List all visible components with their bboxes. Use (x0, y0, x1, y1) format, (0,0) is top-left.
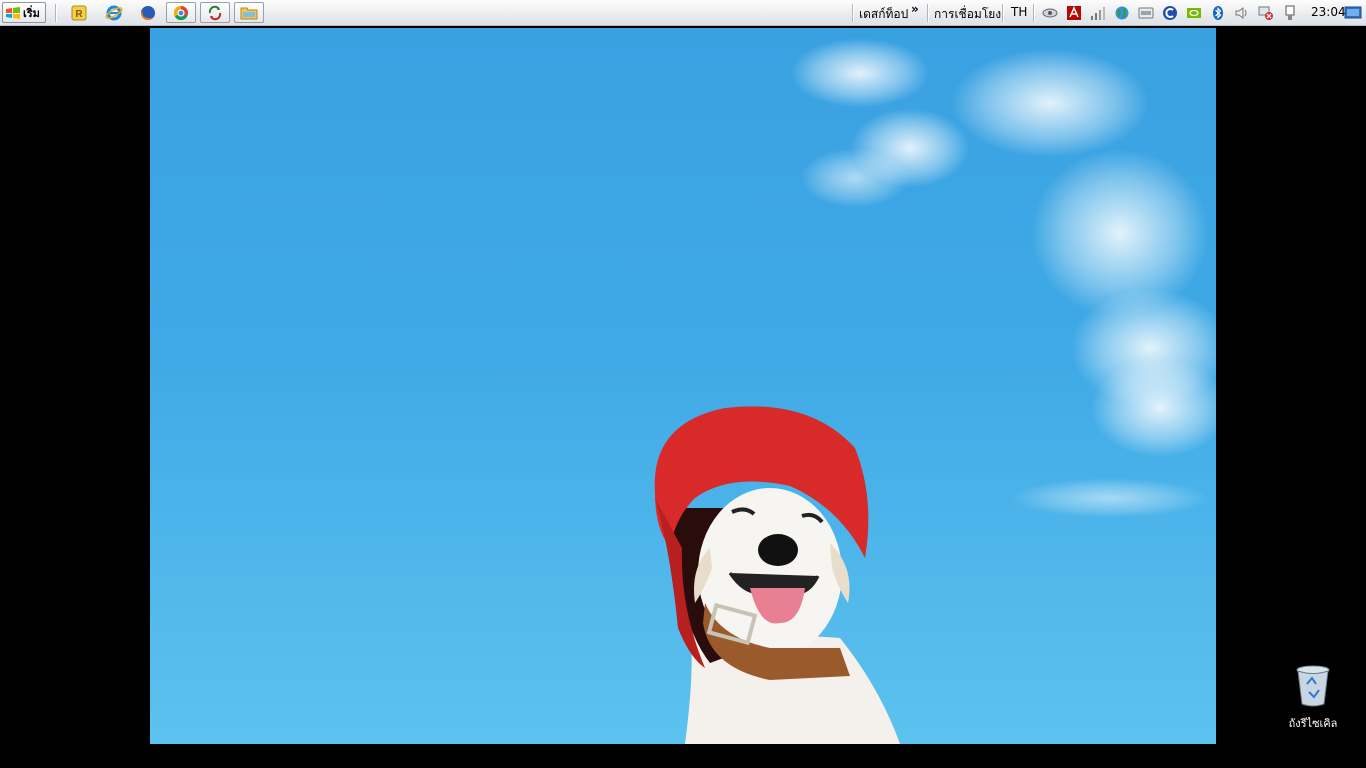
volume-icon[interactable] (1234, 5, 1250, 21)
eye-icon[interactable] (1042, 5, 1058, 21)
clock[interactable]: 23:04 (1311, 5, 1346, 19)
firefox-icon (141, 5, 156, 20)
svg-text:R: R (75, 9, 83, 20)
quicklaunch-sync[interactable] (200, 2, 230, 23)
network-error-icon[interactable] (1258, 5, 1274, 21)
dog-with-red-cap-image (654, 406, 900, 744)
taskbar-separator (852, 4, 853, 22)
chrome-icon (173, 5, 188, 20)
r-app-icon: R (71, 5, 87, 20)
links-toolbar-label[interactable]: การเชื่อมโยง (934, 5, 1001, 24)
folder-icon (240, 7, 258, 19)
quicklaunch-firefox[interactable] (133, 2, 163, 23)
signal-bars-icon[interactable] (1090, 5, 1106, 21)
desktop-toolbar-label[interactable]: เดสก์ท็อป (859, 5, 908, 24)
adobe-icon[interactable] (1066, 5, 1082, 21)
show-desktop-icon[interactable] (1344, 5, 1362, 21)
quicklaunch-folder[interactable] (234, 2, 264, 23)
language-indicator[interactable]: TH (1011, 5, 1027, 19)
quicklaunch-chrome[interactable] (166, 2, 196, 23)
toolbar-overflow-chevron[interactable]: » (911, 2, 919, 16)
recycle-bin-shortcut[interactable]: ถังรีไซเคิล (1282, 664, 1344, 732)
quicklaunch-internet-explorer[interactable] (99, 2, 129, 23)
usb-icon[interactable] (1282, 5, 1298, 21)
desktop-wallpaper (150, 28, 1216, 744)
windows-logo-icon (6, 6, 20, 19)
start-label: เริ่ม (23, 6, 40, 20)
recycle-bin-label: ถังรีไซเคิล (1288, 717, 1338, 730)
globe-icon[interactable] (1114, 5, 1130, 21)
recycle-bin-icon (1296, 665, 1330, 707)
storage-icon[interactable] (1138, 5, 1154, 21)
quicklaunch-r-app[interactable]: R (64, 2, 94, 23)
taskbar-separator (55, 4, 56, 22)
nvidia-icon[interactable] (1186, 5, 1202, 21)
bluetooth-icon[interactable] (1210, 5, 1226, 21)
c-app-icon[interactable] (1162, 5, 1178, 21)
taskbar-separator (1033, 4, 1034, 22)
sync-icon (208, 5, 222, 20)
taskbar-separator (1002, 4, 1003, 22)
taskbar-separator (927, 4, 928, 22)
start-button[interactable]: เริ่ม (2, 2, 46, 23)
internet-explorer-icon (105, 5, 123, 20)
taskbar: เริ่ม R เดสก์ท็อป » การเชื่อมโยง TH 23:0… (0, 0, 1366, 26)
